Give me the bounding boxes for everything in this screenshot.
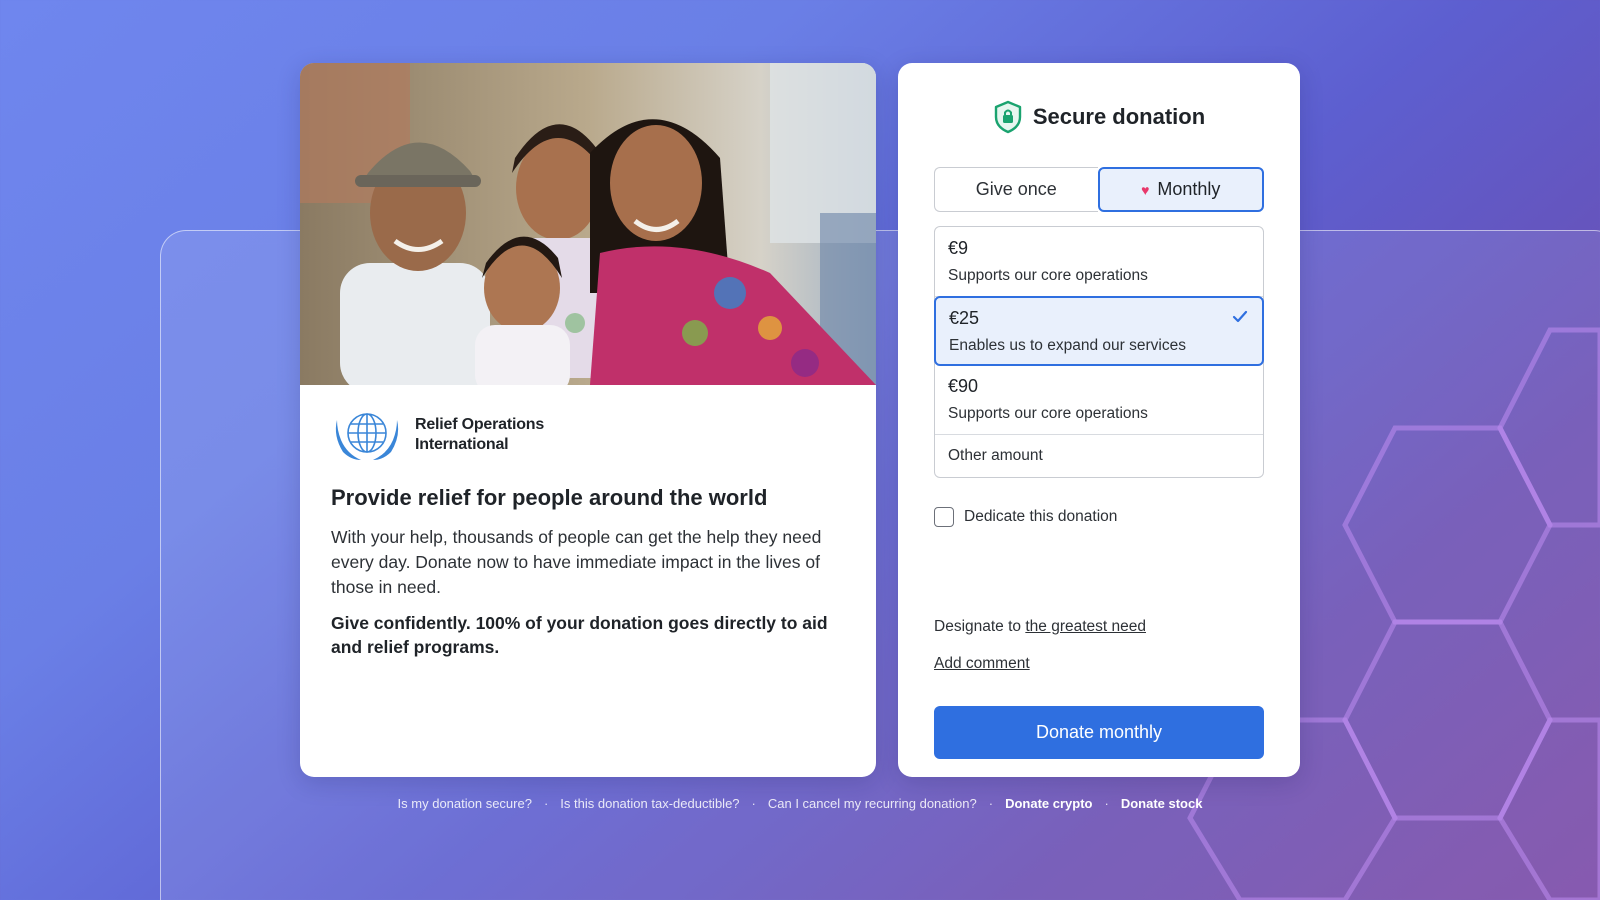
give-once-option[interactable]: Give once [934,167,1098,212]
separator-dot: · [751,796,756,811]
family-photo [300,63,876,385]
amount-description: Supports our core operations [948,405,1148,422]
dedicate-checkbox[interactable] [934,507,954,527]
monthly-option[interactable]: ♥ Monthly [1097,167,1264,212]
faq-secure-link[interactable]: Is my donation secure? [398,796,532,811]
checkmark-icon [1232,310,1248,323]
campaign-card: Relief Operations International Provide … [300,63,876,777]
designate-prefix: Designate to [934,618,1022,635]
separator-dot: · [988,796,994,811]
donate-button[interactable]: Donate monthly [934,706,1264,759]
designate-link[interactable]: the greatest need [1025,618,1146,635]
donate-crypto-link[interactable]: Donate crypto [1005,796,1092,811]
faq-tax-link[interactable]: Is this donation tax-deductible? [560,796,739,811]
amount-option-9[interactable]: €9 Supports our core operations [935,227,1263,297]
frequency-toggle: Give once ♥ Monthly [934,167,1264,212]
footer-links: Is my donation secure? · Is this donatio… [0,796,1600,811]
amount-option-25[interactable]: €25 Enables us to expand our services [934,296,1264,366]
amount-option-90[interactable]: €90 Supports our core operations [935,365,1263,435]
campaign-description: With your help, thousands of people can … [331,527,822,597]
separator-dot: · [543,796,549,811]
trust-statement: Give confidently. 100% of your donation … [331,613,828,657]
amount-value: €9 [948,238,969,258]
dedicate-label[interactable]: Dedicate this donation [964,508,1117,526]
donate-stock-link[interactable]: Donate stock [1121,796,1203,811]
amount-description: Enables us to expand our services [949,337,1186,354]
heart-icon: ♥ [1141,181,1150,198]
amount-value: €90 [948,376,979,396]
organization-name: Relief Operations International [415,416,545,453]
amount-description: Supports our core operations [948,267,1148,284]
dedicate-row: Dedicate this donation [934,507,1264,527]
monthly-label: Monthly [1157,179,1221,199]
shield-lock-icon [994,100,1022,134]
amount-value: €25 [949,308,980,328]
designate-row: Designate to the greatest need [934,618,1146,636]
separator-dot: · [1104,796,1109,811]
globe-wreath-logo [335,413,399,460]
campaign-headline: Provide relief for people around the wor… [331,485,768,510]
donation-form: Secure donation Give once ♥ Monthly €9 S… [898,63,1300,777]
other-amount-option[interactable]: Other amount [935,435,1263,477]
give-once-label: Give once [975,179,1057,199]
add-comment-link[interactable]: Add comment [934,655,1030,673]
faq-cancel-link[interactable]: Can I cancel my recurring donation? [768,796,977,811]
organization-header: Relief Operations International [331,407,845,463]
form-header: Secure donation [934,63,1264,167]
amount-options: €9 Supports our core operations €25 Enab… [934,226,1264,478]
form-title: Secure donation [1032,104,1206,129]
